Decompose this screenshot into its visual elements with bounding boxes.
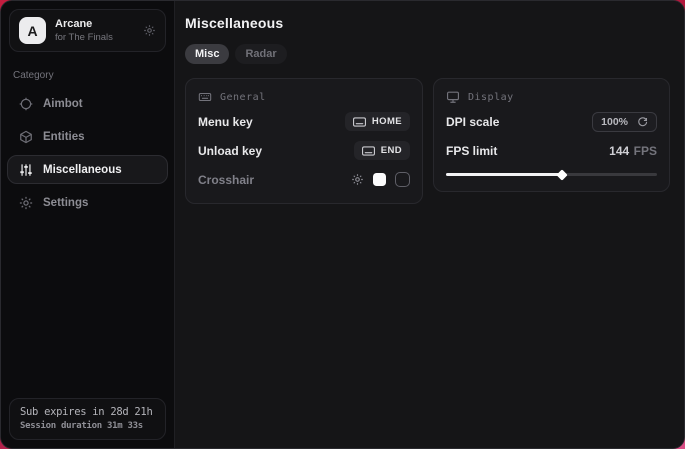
brand-title: Arcane xyxy=(55,18,113,30)
unload-key-label: Unload key xyxy=(198,144,262,158)
sidebar-item-aimbot[interactable]: Aimbot xyxy=(7,89,168,118)
card-header-label: Display xyxy=(468,92,514,103)
crosshair-row: Crosshair xyxy=(198,168,410,191)
brand-card: A Arcane for The Finals xyxy=(9,9,166,52)
tab-misc[interactable]: Misc xyxy=(185,44,229,64)
brand-logo: A xyxy=(19,17,46,44)
tab-radar[interactable]: Radar xyxy=(235,44,286,64)
keyboard-icon xyxy=(362,146,375,156)
category-label: Category xyxy=(13,70,162,81)
dpi-scale-value: 100% xyxy=(601,116,628,128)
menu-key-label: Menu key xyxy=(198,115,253,129)
display-card: Display DPI scale 100% xyxy=(433,78,670,192)
tab-bar: Misc Radar xyxy=(185,44,670,64)
slider-thumb[interactable] xyxy=(556,169,567,180)
page-title: Miscellaneous xyxy=(185,15,670,31)
crosshair-checkbox[interactable] xyxy=(395,172,410,187)
rotate-icon xyxy=(637,116,648,127)
menu-key-bind-button[interactable]: HOME xyxy=(345,112,410,131)
sidebar-item-label: Aimbot xyxy=(43,98,83,110)
dpi-scale-row: DPI scale 100% xyxy=(446,110,657,133)
brand-subtitle: for The Finals xyxy=(55,32,113,43)
fps-limit-row: FPS limit 144 FPS xyxy=(446,139,657,162)
keyboard-icon xyxy=(353,117,366,127)
sidebar-item-label: Settings xyxy=(43,197,88,209)
keybind-value: END xyxy=(381,145,402,156)
sidebar-item-label: Entities xyxy=(43,131,85,143)
fps-limit-value: 144 xyxy=(609,144,629,158)
sidebar-item-miscellaneous[interactable]: Miscellaneous xyxy=(7,155,168,184)
category-nav: Aimbot Entities Miscella xyxy=(1,89,174,217)
main-panel: Miscellaneous Misc Radar General xyxy=(175,1,684,448)
fps-slider-fill xyxy=(446,173,562,176)
sidebar-item-label: Miscellaneous xyxy=(43,164,122,176)
gear-icon xyxy=(19,196,33,210)
crosshair-icon xyxy=(19,97,33,111)
sidebar-item-settings[interactable]: Settings xyxy=(7,188,168,217)
unload-key-row: Unload key END xyxy=(198,139,410,162)
keyboard-icon xyxy=(198,90,212,104)
dpi-scale-label: DPI scale xyxy=(446,115,499,129)
app-window: A Arcane for The Finals Category xyxy=(0,0,685,449)
general-card: General Menu key HOME xyxy=(185,78,423,204)
keybind-value: HOME xyxy=(372,116,402,127)
cube-icon xyxy=(19,130,33,144)
crosshair-label: Crosshair xyxy=(198,173,254,187)
fps-limit-unit: FPS xyxy=(634,144,657,158)
sidebar-item-entities[interactable]: Entities xyxy=(7,122,168,151)
monitor-icon xyxy=(446,90,460,104)
crosshair-color-swatch[interactable] xyxy=(373,173,386,186)
unload-key-bind-button[interactable]: END xyxy=(354,141,410,160)
crosshair-settings-gear-icon[interactable] xyxy=(351,173,364,186)
menu-key-row: Menu key HOME xyxy=(198,110,410,133)
gear-icon[interactable] xyxy=(143,24,156,37)
fps-limit-slider[interactable] xyxy=(446,169,657,179)
card-header-label: General xyxy=(220,92,266,103)
session-duration-text: Session duration 31m 33s xyxy=(20,421,155,431)
sidebar: A Arcane for The Finals Category xyxy=(1,1,175,448)
dpi-scale-selector[interactable]: 100% xyxy=(592,112,657,132)
sliders-icon xyxy=(19,163,33,177)
subscription-box: Sub expires in 28d 21h Session duration … xyxy=(9,398,166,440)
fps-limit-label: FPS limit xyxy=(446,144,497,158)
sub-expiry-text: Sub expires in 28d 21h xyxy=(20,406,155,418)
